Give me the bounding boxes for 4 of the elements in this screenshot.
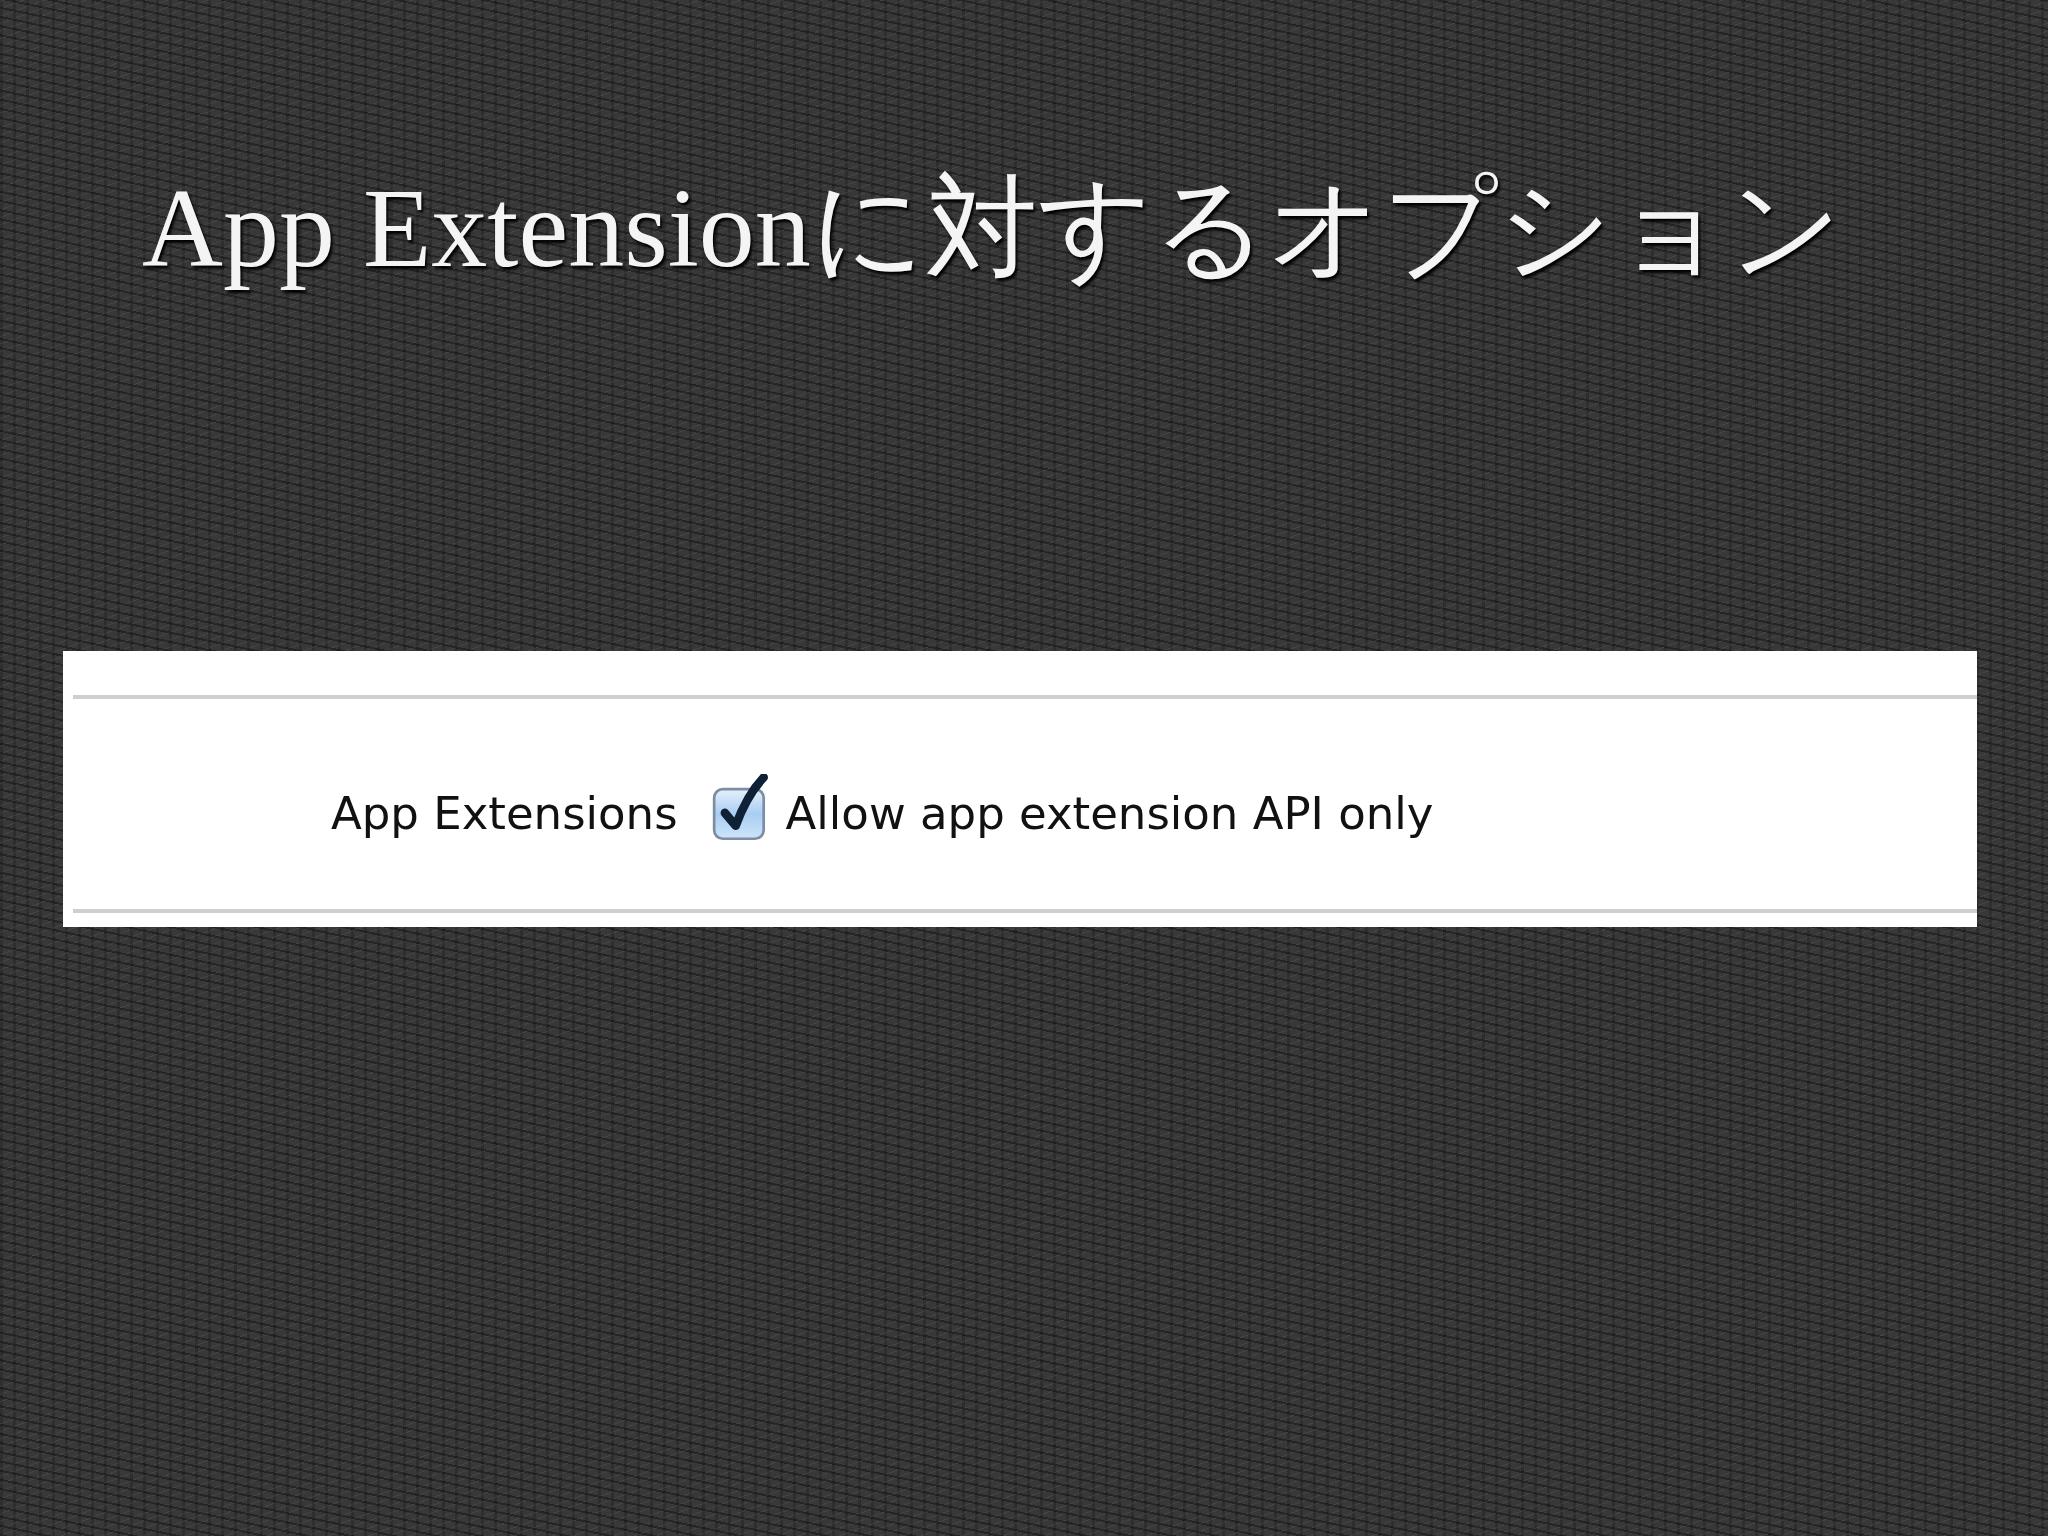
slide-title: App Extensionに対するオプション (142, 165, 1843, 292)
checkbox[interactable] (711, 774, 768, 842)
checkbox-label[interactable]: Allow app extension API only (785, 787, 1434, 841)
setting-label: App Extensions (331, 787, 678, 841)
